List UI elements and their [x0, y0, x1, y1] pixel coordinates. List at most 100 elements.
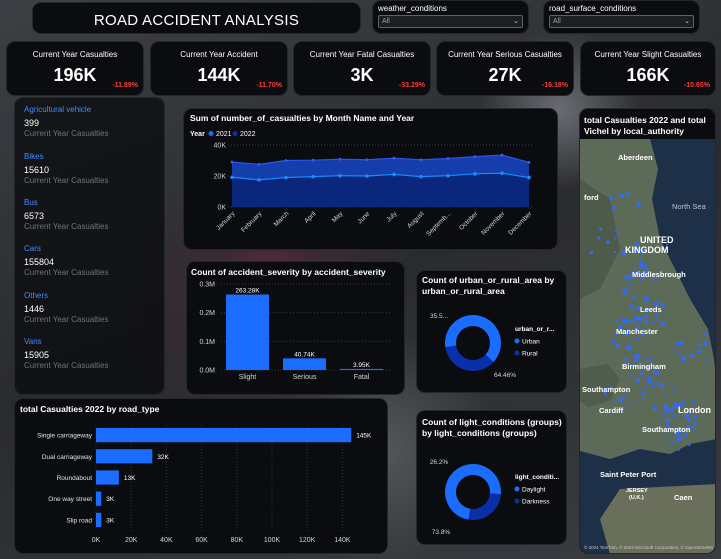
map-dot[interactable] — [636, 202, 642, 208]
weather-conditions-slicer[interactable]: weather_conditions All ⌄ — [372, 0, 529, 34]
map-dot[interactable] — [646, 376, 652, 382]
map-dot[interactable] — [678, 435, 682, 438]
list-item[interactable]: Others 1446 Current Year Casualties — [24, 291, 174, 324]
map-dot[interactable] — [644, 320, 649, 325]
map-dot[interactable] — [658, 320, 661, 323]
map-dot[interactable] — [669, 440, 674, 445]
list-item[interactable]: Cars 155804 Current Year Casualties — [24, 244, 174, 277]
map-dot[interactable] — [619, 193, 625, 198]
map-dot[interactable] — [635, 336, 639, 340]
map-dot[interactable] — [633, 353, 636, 356]
map-dot[interactable] — [675, 347, 678, 350]
map-dot[interactable] — [638, 279, 641, 283]
map-dot[interactable] — [615, 343, 620, 349]
map-dot[interactable] — [625, 404, 628, 407]
map-dot[interactable] — [639, 263, 644, 268]
map-dot[interactable] — [634, 315, 639, 320]
map-dot[interactable] — [664, 418, 670, 424]
map-dot[interactable] — [598, 227, 603, 231]
map-dot[interactable] — [644, 297, 650, 303]
map-dot[interactable] — [634, 400, 637, 404]
map-dot[interactable] — [606, 240, 610, 245]
map-dot[interactable] — [691, 400, 696, 404]
map-dot[interactable] — [640, 371, 644, 376]
accident-severity-chart[interactable]: Count of accident_severity by accident_s… — [186, 261, 405, 395]
road-type-chart[interactable]: total Casualties 2022 by road_type 0K 20K… — [14, 398, 388, 554]
map-dot[interactable] — [612, 401, 615, 404]
map-dot[interactable] — [626, 192, 631, 197]
map-dot[interactable] — [652, 320, 655, 324]
map-dot[interactable] — [663, 405, 669, 411]
map-dot[interactable] — [634, 357, 639, 362]
list-item[interactable]: Bikes 15610 Current Year Casualties — [24, 152, 174, 185]
map-dot[interactable] — [638, 258, 643, 263]
map-dot[interactable] — [614, 319, 618, 323]
map-dot[interactable] — [656, 381, 661, 386]
map-dot[interactable] — [641, 396, 645, 399]
map-dot[interactable] — [688, 418, 692, 422]
map-dot[interactable] — [611, 205, 616, 210]
map-dot[interactable] — [613, 250, 616, 254]
map-dot[interactable] — [649, 357, 653, 361]
map-dot[interactable] — [664, 392, 667, 395]
map-dot[interactable] — [597, 236, 601, 240]
map-dot[interactable] — [626, 345, 632, 351]
map-dot[interactable] — [681, 356, 687, 362]
map-dot[interactable] — [655, 372, 658, 376]
map-dot[interactable] — [696, 349, 702, 354]
map-dot[interactable] — [675, 341, 680, 346]
urban-rural-chart[interactable]: Count of urban_or_rural_area by urban_or… — [416, 270, 567, 393]
map-dot[interactable] — [629, 374, 633, 378]
list-item[interactable]: Agricultural vehicle 399 Current Year Casu… — [24, 105, 174, 138]
map-dot[interactable] — [611, 339, 616, 344]
map-dot[interactable] — [629, 304, 634, 309]
map-dot[interactable] — [624, 290, 628, 294]
map-dot[interactable] — [672, 413, 677, 418]
map-dot[interactable] — [628, 319, 632, 323]
map-dot[interactable] — [618, 397, 624, 403]
map-dot[interactable] — [624, 357, 628, 361]
map-dot[interactable] — [651, 384, 656, 389]
map-dot[interactable] — [629, 282, 633, 286]
map-dot[interactable] — [614, 237, 617, 240]
map-view[interactable]: Aberdeen ford North Sea UNITED KINGDOM M… — [580, 139, 716, 554]
list-item[interactable]: Vans 15905 Current Year Casualties — [24, 337, 174, 370]
map-dot[interactable] — [670, 408, 674, 412]
map-dot[interactable] — [661, 262, 664, 265]
map-dot[interactable] — [690, 353, 695, 358]
map-dot[interactable] — [644, 386, 648, 390]
road-surface-dropdown[interactable]: All ⌄ — [549, 15, 694, 28]
map-dot[interactable] — [677, 352, 681, 356]
map-dot[interactable] — [704, 359, 708, 363]
map-dot[interactable] — [688, 443, 691, 447]
map-dot[interactable] — [589, 250, 594, 255]
map-dot[interactable] — [609, 198, 613, 201]
map-dot[interactable] — [621, 317, 626, 322]
map-panel[interactable]: total Casualties 2022 and total Vichel b… — [579, 108, 716, 554]
road-surface-slicer[interactable]: road_surface_conditions All ⌄ — [543, 0, 700, 34]
map-dot[interactable] — [660, 383, 665, 388]
map-dot[interactable] — [661, 321, 667, 327]
map-dot[interactable] — [662, 413, 666, 417]
map-dot[interactable] — [615, 229, 619, 233]
map-dot[interactable] — [671, 387, 675, 391]
map-dot[interactable] — [622, 393, 626, 397]
map-dot[interactable] — [644, 357, 648, 361]
map-dot[interactable] — [698, 342, 702, 346]
map-dot[interactable] — [652, 406, 658, 411]
map-dot[interactable] — [658, 300, 661, 303]
map-dot[interactable] — [627, 274, 632, 279]
map-dot[interactable] — [642, 314, 648, 319]
weather-conditions-dropdown[interactable]: All ⌄ — [378, 15, 523, 28]
map-dot[interactable] — [677, 448, 680, 452]
list-item[interactable]: Bus 6573 Current Year Casualties — [24, 198, 174, 231]
map-dot[interactable] — [635, 378, 640, 383]
monthly-casualties-chart[interactable]: Sum of number_of_casualties by Month Nam… — [183, 108, 558, 250]
map-dot[interactable] — [641, 391, 645, 396]
map-dot[interactable] — [702, 340, 708, 346]
map-dot[interactable] — [679, 340, 684, 346]
map-dot[interactable] — [631, 294, 636, 299]
map-dot[interactable] — [694, 354, 697, 357]
map-dot[interactable] — [691, 425, 695, 430]
map-dot[interactable] — [693, 421, 697, 425]
